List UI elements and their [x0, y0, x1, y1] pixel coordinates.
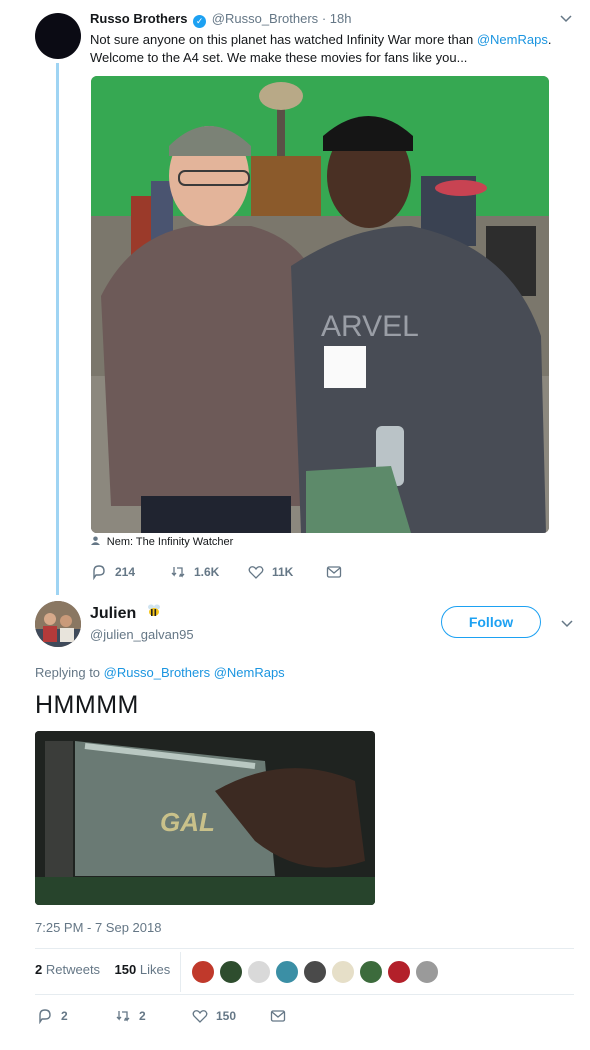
liker-avatar[interactable]: [415, 960, 439, 984]
like-action[interactable]: 11K: [248, 564, 293, 580]
like-action[interactable]: 150: [192, 1008, 236, 1024]
like-count: 11K: [272, 565, 294, 579]
reply-author-handle[interactable]: @julien_galvan95: [90, 627, 194, 642]
reply-action[interactable]: 2: [37, 1008, 68, 1024]
liker-avatar[interactable]: [191, 960, 215, 984]
chevron-down-icon[interactable]: [560, 12, 572, 26]
russo-brothers-avatar[interactable]: [35, 13, 81, 59]
time-separator: ·: [321, 11, 327, 26]
svg-text:GAL: GAL: [160, 807, 215, 837]
thread-connector-line: [56, 63, 59, 595]
liker-avatar[interactable]: [387, 960, 411, 984]
tweet-timestamp[interactable]: 7:25 PM - 7 Sep 2018: [35, 920, 161, 935]
likes-stat[interactable]: 150 Likes: [115, 962, 171, 977]
retweet-icon: [116, 1011, 130, 1022]
envelope-icon: [270, 1010, 286, 1022]
retweet-count: 1.6K: [194, 565, 220, 579]
reply-action[interactable]: 214: [91, 564, 135, 580]
reply-photo[interactable]: GAL: [35, 731, 375, 905]
reply-count: 214: [115, 565, 136, 579]
like-count: 150: [216, 1009, 237, 1023]
divider-bottom: [35, 994, 574, 995]
parent-tweet-text: Not sure anyone on this planet has watch…: [90, 31, 578, 67]
julien-avatar[interactable]: [35, 601, 81, 647]
replying-to-label: Replying to: [35, 665, 101, 680]
likes-stat-count: 150: [114, 962, 137, 977]
envelope-icon: [326, 566, 342, 578]
tweet-text-part1: Not sure anyone on this planet has watch…: [90, 32, 477, 47]
follow-button[interactable]: Follow: [441, 606, 541, 638]
parent-tweet-header: Russo Brothers ✓ @Russo_Brothers · 18h: [90, 11, 351, 28]
bee-emoji-icon: [146, 602, 162, 623]
liker-avatar[interactable]: [303, 960, 327, 984]
mention-link[interactable]: @NemRaps: [477, 32, 548, 47]
retweet-icon: [171, 567, 185, 578]
direct-message-action[interactable]: [270, 1008, 294, 1024]
liker-avatar[interactable]: [359, 960, 383, 984]
liker-avatar[interactable]: [275, 960, 299, 984]
heart-icon: [192, 1010, 208, 1023]
stats-separator: [180, 952, 181, 992]
retweets-stat[interactable]: 2 Retweets: [35, 962, 100, 977]
person-icon: [91, 536, 103, 548]
avatar-illustration: [35, 601, 81, 647]
svg-text:ARVEL: ARVEL: [321, 310, 419, 343]
author-handle[interactable]: @Russo_Brothers: [212, 11, 318, 26]
retweets-stat-count: 2: [35, 962, 43, 977]
reply-count: 2: [61, 1009, 68, 1023]
retweet-action[interactable]: 2: [115, 1008, 146, 1024]
reply-chevron-down-icon[interactable]: [561, 617, 573, 631]
reply-icon: [39, 1009, 51, 1024]
photo-tag-text: Nem: The Infinity Watcher: [106, 536, 234, 548]
reply-author-name[interactable]: Julien: [90, 605, 136, 623]
liker-avatar[interactable]: [247, 960, 271, 984]
engagement-stats: 2 Retweets 150 Likes: [35, 962, 170, 977]
heart-icon: [248, 566, 264, 579]
direct-message-action[interactable]: [326, 564, 350, 580]
likes-stat-label: Likes: [139, 962, 171, 977]
tweet-time[interactable]: 18h: [330, 11, 352, 26]
tweet-photo[interactable]: ARVEL: [91, 76, 549, 533]
reply-tweet-text: HMMMM: [35, 691, 139, 719]
replying-to-mentions[interactable]: @Russo_Brothers @NemRaps: [104, 665, 285, 680]
set-photo-illustration: ARVEL: [91, 76, 549, 533]
retweet-action[interactable]: 1.6K: [170, 564, 219, 580]
retweets-stat-label: Retweets: [45, 962, 101, 977]
verified-badge-icon: ✓: [193, 15, 207, 28]
liker-avatar[interactable]: [331, 960, 355, 984]
retweet-count: 2: [139, 1009, 146, 1023]
divider-top: [35, 948, 574, 949]
bag-closeup-illustration: GAL: [35, 731, 375, 905]
liker-avatar[interactable]: [219, 960, 243, 984]
author-name[interactable]: Russo Brothers: [90, 11, 188, 26]
replying-to: Replying to @Russo_Brothers @NemRaps: [35, 665, 285, 680]
photo-tag[interactable]: Nem: The Infinity Watcher: [91, 536, 233, 548]
reply-icon: [93, 565, 105, 580]
